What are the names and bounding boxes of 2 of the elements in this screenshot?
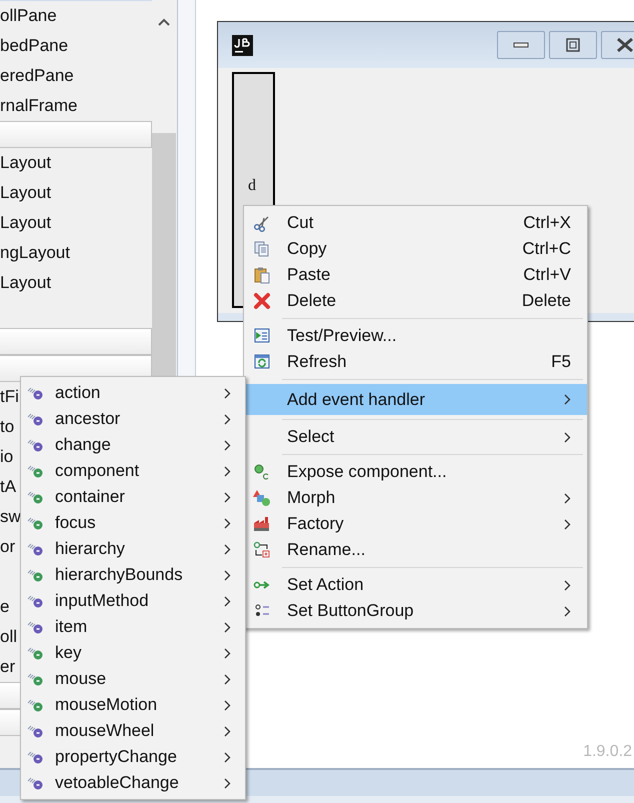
component-text: d bbox=[248, 176, 257, 196]
version-label: 1.9.0.2 bbox=[583, 742, 632, 762]
